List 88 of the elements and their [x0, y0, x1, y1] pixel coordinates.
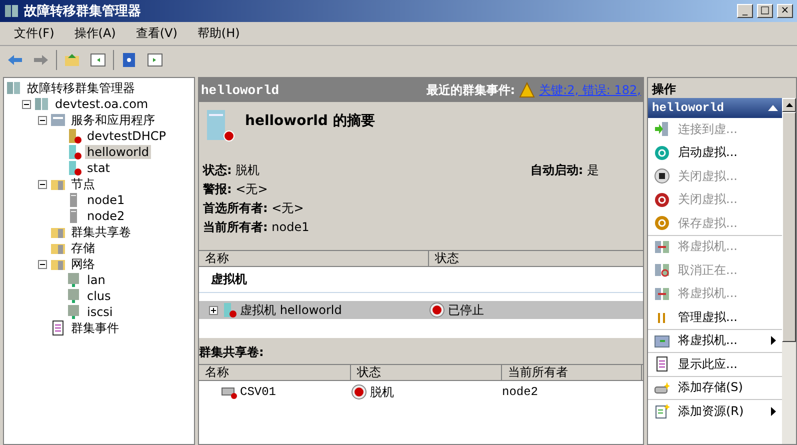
server-icon — [66, 144, 82, 160]
action-item[interactable]: 添加资源(R) — [648, 400, 782, 424]
collapse-toggle-icon[interactable] — [22, 100, 31, 108]
window-title: 故障转移群集管理器 — [24, 2, 142, 20]
tree-item[interactable]: 节点 — [69, 176, 97, 192]
collapse-icon[interactable] — [768, 105, 778, 111]
window-control-button[interactable]: □ — [757, 4, 773, 18]
app-icon — [4, 3, 20, 19]
stopped-icon — [351, 384, 367, 400]
tree-item[interactable]: node2 — [85, 209, 127, 223]
table-cell: CSV01 — [240, 385, 276, 399]
tree-item[interactable]: iscsi — [85, 305, 115, 319]
tree-item[interactable]: node1 — [85, 193, 127, 207]
property-text: 首选所有者: <无> — [203, 200, 305, 217]
section-title: helloworld — [652, 101, 726, 115]
collapse-toggle-icon[interactable] — [38, 116, 47, 124]
tree-item[interactable]: devtest.oa.com — [53, 97, 150, 111]
server-cancel-icon — [654, 262, 670, 278]
column-header[interactable]: 状态 — [351, 365, 502, 380]
pane-icon — [90, 52, 106, 68]
tree-item[interactable]: lan — [85, 273, 108, 287]
server-transfer-icon — [654, 286, 670, 302]
action-item[interactable]: 启动虚拟... — [648, 142, 782, 165]
stopped-icon — [429, 302, 445, 318]
column-header[interactable]: 当前所有者 — [502, 365, 642, 380]
warning-icon — [519, 82, 536, 98]
server-icon — [66, 128, 82, 144]
property-text: 当前所有者: node1 — [203, 218, 310, 236]
table-cell: 虚拟机 helloworld — [240, 302, 342, 318]
group-heading: 虚拟机 — [199, 267, 643, 293]
folder-up-icon — [64, 52, 80, 68]
menu-item[interactable]: 操作(A) — [66, 23, 124, 44]
server-icon — [66, 160, 82, 176]
network-icon — [66, 304, 82, 320]
disk-add-icon — [654, 380, 670, 396]
events-label: 最近的群集事件: — [426, 82, 516, 98]
table-cell: 已停止 — [448, 302, 484, 318]
tree-item[interactable]: 群集共享卷 — [69, 224, 133, 240]
tree-item[interactable]: 存储 — [69, 240, 97, 256]
summary-title: helloworld 的摘要 — [245, 112, 375, 131]
tree-item[interactable]: devtestDHCP — [85, 129, 168, 143]
collapse-toggle-icon[interactable] — [38, 260, 47, 268]
server-transfer-icon — [654, 238, 670, 255]
application-icon — [50, 112, 66, 128]
forward-icon — [33, 52, 49, 68]
action-item[interactable]: 显示此应... — [648, 353, 782, 376]
table-cell: node2 — [502, 385, 538, 399]
column-header[interactable]: 名称 — [199, 365, 351, 380]
action-item[interactable]: 将虚拟机... — [648, 330, 782, 353]
stop-icon — [654, 168, 670, 184]
tree-item[interactable]: 服务和应用程序 — [69, 112, 157, 128]
event-log-icon — [654, 356, 670, 372]
property-text: 警报: <无> — [203, 180, 269, 198]
server-cluster-icon — [6, 80, 22, 96]
window-control-button[interactable]: × — [777, 4, 793, 18]
action-item[interactable]: 添加存储(S) — [648, 376, 782, 400]
section-title: 群集共享卷: — [199, 344, 265, 361]
tree-item[interactable]: 群集事件 — [69, 320, 121, 336]
connect-icon — [654, 121, 670, 138]
menu-item[interactable]: 文件(F) — [6, 23, 62, 44]
tree-item[interactable]: clus — [85, 289, 113, 303]
property-text: 状态: 脱机 — [203, 162, 261, 179]
window-control-button[interactable]: _ — [737, 4, 753, 18]
actions-title: 操作 — [650, 81, 677, 98]
tree-item[interactable]: helloworld — [85, 145, 152, 159]
expand-toggle-icon[interactable] — [209, 306, 218, 314]
network-icon — [66, 272, 82, 288]
server-icon — [221, 302, 237, 318]
server-cluster-icon — [34, 96, 50, 112]
scroll-up-icon[interactable] — [786, 103, 792, 107]
tree-item[interactable]: 网络 — [69, 256, 97, 272]
tree-item[interactable]: 故障转移群集管理器 — [25, 80, 137, 96]
collapse-toggle-icon[interactable] — [38, 180, 47, 188]
menu-item[interactable]: 帮助(H) — [189, 23, 248, 44]
document-add-icon — [654, 403, 670, 420]
section-header[interactable]: helloworld — [648, 98, 782, 118]
network-icon — [66, 288, 82, 304]
property-text: 自动启动: 是 — [530, 162, 600, 179]
pane-icon — [147, 52, 163, 68]
event-log-icon — [50, 320, 66, 336]
column-header[interactable]: 名称 — [199, 251, 429, 266]
panel-title: helloworld — [201, 82, 280, 98]
table-cell: 脱机 — [370, 384, 394, 400]
table-row[interactable]: 虚拟机 helloworld 已停止 — [199, 301, 643, 319]
menu-item[interactable]: 查看(V) — [128, 23, 186, 44]
scrollbar[interactable] — [782, 98, 796, 444]
back-icon — [7, 52, 23, 68]
tree-item[interactable]: stat — [85, 161, 112, 175]
